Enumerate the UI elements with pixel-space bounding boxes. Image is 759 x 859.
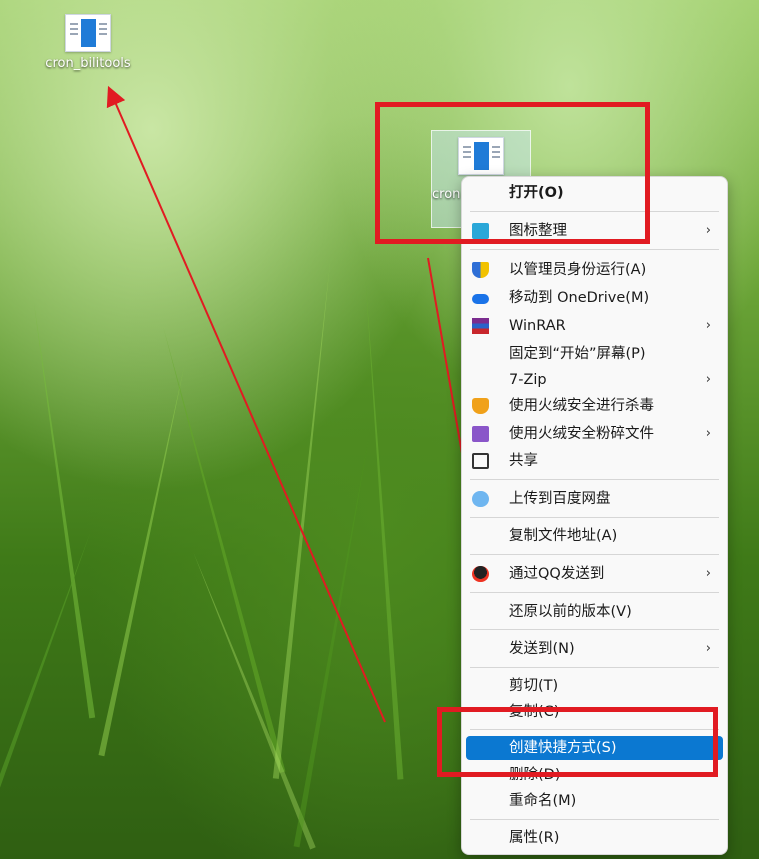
menu-separator xyxy=(470,629,719,630)
menu-item-cut[interactable]: 剪切(T) xyxy=(466,673,723,699)
menu-item-huorong-shred[interactable]: 使用火绒安全粉碎文件 › xyxy=(466,421,723,447)
menu-separator xyxy=(470,819,719,820)
menu-separator xyxy=(470,249,719,250)
menu-item-run-as-admin[interactable]: 以管理员身份运行(A) xyxy=(466,257,723,283)
menu-item-huorong-scan[interactable]: 使用火绒安全进行杀毒 xyxy=(466,393,723,419)
onedrive-cloud-icon xyxy=(472,294,489,304)
share-icon xyxy=(472,453,489,469)
menu-item-rename[interactable]: 重命名(M) xyxy=(466,788,723,814)
chevron-right-icon: › xyxy=(705,372,711,387)
menu-item-send-via-qq[interactable]: 通过QQ发送到 › xyxy=(466,561,723,587)
chevron-right-icon: › xyxy=(705,641,711,656)
annotation-arrow-to-desktop-icon xyxy=(106,85,386,723)
menu-item-properties[interactable]: 属性(R) xyxy=(466,825,723,851)
chevron-right-icon: › xyxy=(705,223,711,238)
menu-item-copy-file-path[interactable]: 复制文件地址(A) xyxy=(466,523,723,549)
menu-separator xyxy=(470,554,719,555)
chevron-right-icon: › xyxy=(705,318,711,333)
menu-item-winrar[interactable]: WinRAR › xyxy=(466,313,723,339)
annotation-box-selected-icon xyxy=(375,102,650,244)
baidu-netdisk-icon xyxy=(472,491,489,507)
menu-item-share[interactable]: 共享 xyxy=(466,448,723,474)
chevron-right-icon: › xyxy=(705,426,711,441)
menu-item-7zip[interactable]: 7-Zip › xyxy=(466,367,723,393)
menu-item-restore-previous[interactable]: 还原以前的版本(V) xyxy=(466,599,723,625)
menu-item-baidu-netdisk[interactable]: 上传到百度网盘 xyxy=(466,486,723,512)
annotation-box-create-shortcut xyxy=(437,707,718,777)
menu-separator xyxy=(470,667,719,668)
shredder-icon xyxy=(472,426,489,442)
menu-item-pin-to-start[interactable]: 固定到“开始”屏幕(P) xyxy=(466,341,723,367)
winrar-icon xyxy=(472,318,489,334)
menu-item-send-to[interactable]: 发送到(N) › xyxy=(466,636,723,662)
menu-separator xyxy=(470,592,719,593)
menu-separator xyxy=(470,517,719,518)
huorong-shield-icon xyxy=(472,398,489,414)
menu-separator xyxy=(470,479,719,480)
qq-penguin-icon xyxy=(472,566,489,582)
menu-item-move-to-onedrive[interactable]: 移动到 OneDrive(M) xyxy=(466,285,723,311)
shield-icon xyxy=(472,262,489,278)
chevron-right-icon: › xyxy=(705,566,711,581)
